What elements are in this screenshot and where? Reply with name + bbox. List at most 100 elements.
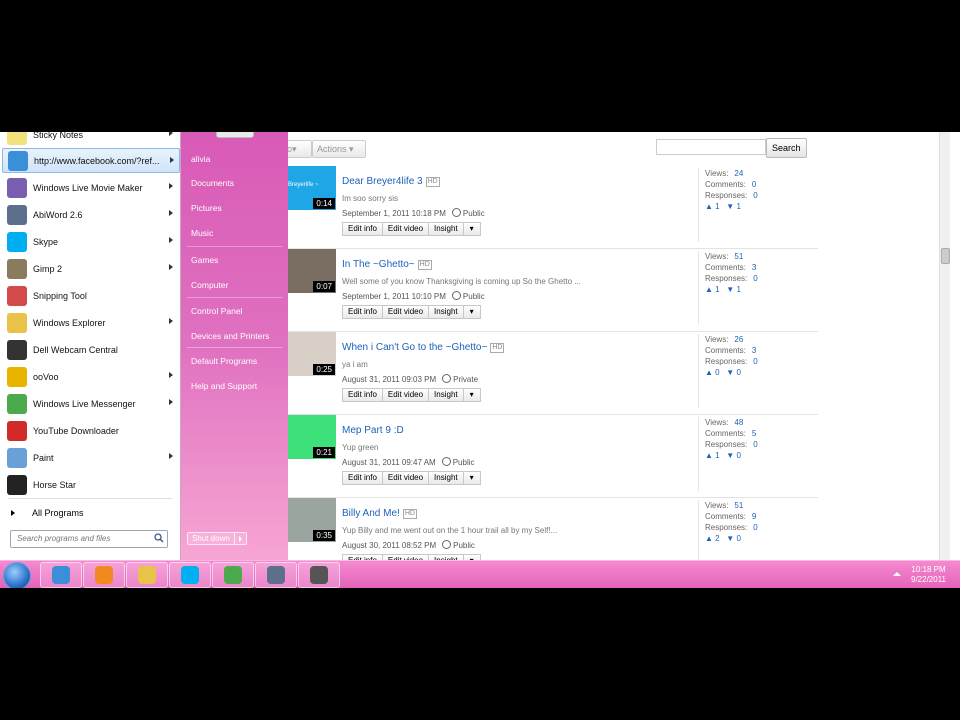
- abiword-icon: [7, 204, 27, 225]
- scissors-icon: [7, 285, 27, 306]
- program-label: http://www.facebook.com/?ref...: [34, 155, 160, 166]
- start-place-item[interactable]: Music: [191, 228, 213, 238]
- video-title-link[interactable]: In The ~Ghetto~ HD: [342, 259, 432, 270]
- privacy-status: Public: [451, 291, 485, 301]
- insight-button[interactable]: Insight: [428, 388, 464, 402]
- abiword-icon: [267, 566, 285, 584]
- shutdown-button[interactable]: Shut down: [187, 532, 235, 545]
- insight-button[interactable]: Insight: [428, 222, 464, 236]
- taskbar-pinned-button[interactable]: [83, 562, 125, 588]
- program-label: Sticky Notes: [33, 132, 84, 140]
- video-title-link[interactable]: When i Can't Go to the ~Ghetto~ HD: [342, 342, 505, 353]
- hd-badge: HD: [402, 509, 417, 519]
- clock-time: 10:18 PM: [911, 565, 946, 574]
- submenu-arrow-icon[interactable]: [169, 132, 173, 136]
- submenu-arrow-icon[interactable]: [169, 183, 173, 189]
- video-action-buttons: Edit infoEdit videoInsight▾: [342, 305, 481, 319]
- start-program-item[interactable]: Snipping Tool: [2, 283, 178, 308]
- search-programs-input[interactable]: Search programs and files: [10, 530, 168, 548]
- comments-stat: Comments: 3: [705, 346, 757, 355]
- program-label: AbiWord 2.6: [33, 209, 83, 220]
- more-options-dropdown-icon[interactable]: ▾: [462, 222, 481, 236]
- video-title-link[interactable]: Dear Breyer4life 3 HD: [342, 176, 440, 187]
- submenu-arrow-icon[interactable]: [169, 210, 173, 216]
- system-clock[interactable]: 10:18 PM 9/22/2011: [911, 565, 946, 585]
- taskbar-pinned-button[interactable]: [169, 562, 211, 588]
- edit-info-button[interactable]: Edit info: [342, 388, 383, 402]
- paint-icon: [7, 447, 27, 468]
- edit-video-button[interactable]: Edit video: [381, 471, 430, 485]
- messenger-icon: [7, 393, 27, 414]
- submenu-arrow-icon[interactable]: [169, 264, 173, 270]
- video-action-buttons: Edit infoEdit videoInsight▾: [342, 388, 481, 402]
- start-program-item[interactable]: Skype: [2, 229, 178, 254]
- more-options-dropdown-icon[interactable]: ▾: [462, 388, 481, 402]
- start-program-item[interactable]: Windows Live Movie Maker: [2, 175, 178, 200]
- page-scrollbar[interactable]: [939, 132, 950, 560]
- start-button-windows-orb-icon[interactable]: [3, 562, 31, 588]
- search-icon: [154, 533, 164, 543]
- start-program-item[interactable]: Horse Star: [2, 472, 178, 497]
- video-title-link[interactable]: Mep Part 9 :D: [342, 425, 404, 436]
- start-program-item[interactable]: ooVoo: [2, 364, 178, 389]
- desktop-screen: o▾ Actions ▾ Search Breyerlife ~0:14 Dear…: [0, 132, 960, 588]
- search-button[interactable]: Search: [766, 138, 807, 158]
- shutdown-button-group: Shut down: [187, 532, 247, 545]
- submenu-arrow-icon[interactable]: [169, 237, 173, 243]
- edit-info-button[interactable]: Edit info: [342, 222, 383, 236]
- video-action-buttons: Edit infoEdit videoInsight▾: [342, 222, 481, 236]
- start-place-item[interactable]: Pictures: [191, 203, 222, 213]
- actions-button[interactable]: Actions ▾: [312, 140, 366, 158]
- submenu-arrow-icon[interactable]: [170, 157, 174, 163]
- start-program-item[interactable]: Windows Live Messenger: [2, 391, 178, 416]
- hd-badge: HD: [417, 260, 432, 270]
- program-label: YouTube Downloader: [33, 425, 119, 436]
- submenu-arrow-icon[interactable]: [169, 318, 173, 324]
- edit-video-button[interactable]: Edit video: [381, 388, 430, 402]
- taskbar-pinned-button[interactable]: [255, 562, 297, 588]
- submenu-arrow-icon[interactable]: [169, 399, 173, 405]
- scrollbar-thumb[interactable]: [941, 248, 950, 264]
- search-input[interactable]: [656, 139, 766, 155]
- start-program-item[interactable]: Gimp 2: [2, 256, 178, 281]
- edit-info-button[interactable]: Edit info: [342, 471, 383, 485]
- taskbar-pinned-button[interactable]: [298, 562, 340, 588]
- start-place-item[interactable]: Help and Support: [191, 381, 257, 391]
- video-date-privacy: August 30, 2011 08:52 PM Public: [342, 540, 475, 550]
- start-program-item[interactable]: YouTube Downloader: [2, 418, 178, 443]
- taskbar-pinned-button[interactable]: [40, 562, 82, 588]
- video-title-link[interactable]: Billy And Me! HD: [342, 508, 417, 519]
- start-program-item[interactable]: Dell Webcam Central: [2, 337, 178, 362]
- edit-video-button[interactable]: Edit video: [381, 222, 430, 236]
- submenu-arrow-icon[interactable]: [169, 372, 173, 378]
- start-program-item[interactable]: Paint: [2, 445, 178, 470]
- submenu-arrow-icon[interactable]: [169, 453, 173, 459]
- start-place-item[interactable]: Control Panel: [191, 306, 243, 316]
- start-place-item[interactable]: Documents: [191, 178, 234, 188]
- start-place-item[interactable]: Default Programs: [191, 356, 257, 366]
- show-hidden-icons-arrow-icon[interactable]: [893, 572, 901, 576]
- edit-info-button[interactable]: Edit info: [342, 305, 383, 319]
- views-stat: Views: 51: [705, 501, 744, 510]
- start-program-item[interactable]: AbiWord 2.6: [2, 202, 178, 227]
- insight-button[interactable]: Insight: [428, 305, 464, 319]
- all-programs-button[interactable]: All Programs: [2, 504, 178, 522]
- start-place-item[interactable]: alivia: [191, 154, 210, 164]
- insight-button[interactable]: Insight: [428, 471, 464, 485]
- start-place-item[interactable]: Devices and Printers: [191, 331, 269, 341]
- taskbar-pinned-button[interactable]: [126, 562, 168, 588]
- video-date: September 1, 2011 10:10 PM: [342, 292, 446, 301]
- start-program-item[interactable]: Windows Explorer: [2, 310, 178, 335]
- start-program-item[interactable]: Sticky Notes: [2, 132, 178, 147]
- video-date-privacy: August 31, 2011 09:47 AM Public: [342, 457, 475, 467]
- shutdown-options-arrow-icon[interactable]: [234, 532, 247, 545]
- start-place-item[interactable]: Computer: [191, 280, 228, 290]
- thumbs-up-icon: ▲: [705, 368, 713, 377]
- more-options-dropdown-icon[interactable]: ▾: [462, 471, 481, 485]
- taskbar-pinned-button[interactable]: [212, 562, 254, 588]
- more-options-dropdown-icon[interactable]: ▾: [462, 305, 481, 319]
- start-program-item[interactable]: http://www.facebook.com/?ref...: [2, 148, 180, 173]
- start-place-item[interactable]: Games: [191, 255, 218, 265]
- video-description: Yup green: [342, 443, 379, 452]
- edit-video-button[interactable]: Edit video: [381, 305, 430, 319]
